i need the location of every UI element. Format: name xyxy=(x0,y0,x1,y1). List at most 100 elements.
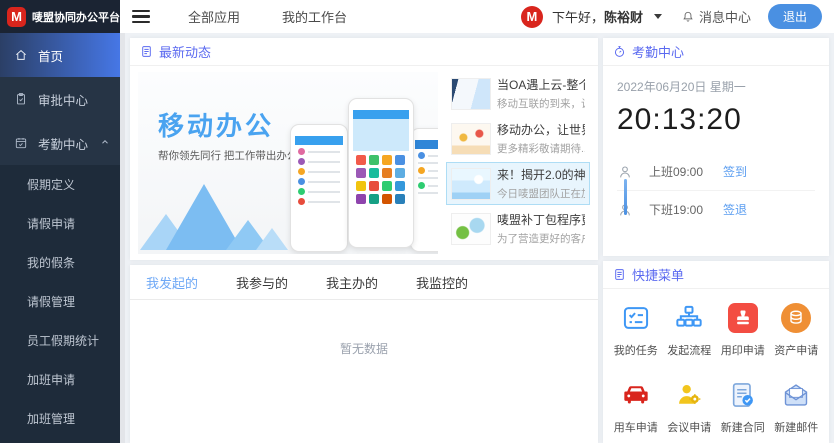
news-thumbnail xyxy=(451,78,491,110)
clock-in-label: 上班09:00 xyxy=(649,163,723,180)
stopwatch-icon xyxy=(613,45,626,58)
attendance-card: 考勤中心 2022年06月20日 星期一 20:13:20 上班09:00 签到 xyxy=(603,38,829,256)
clock-in-link[interactable]: 签到 xyxy=(723,163,747,180)
logout-button[interactable]: 退出 xyxy=(768,4,822,29)
news-subtitle: 移动互联的到来，让OA与云 xyxy=(497,96,585,111)
bell-icon xyxy=(681,10,695,24)
sidebar-item-overtime-management[interactable]: 加班管理 xyxy=(0,399,120,438)
latest-news-header: 最新动态 xyxy=(130,38,598,66)
quick-menu-grid: 我的任务 发起流程 用印申请 xyxy=(603,289,829,435)
sidebar-item-label: 首页 xyxy=(38,46,63,65)
avatar[interactable]: M xyxy=(521,6,543,28)
quick-item-seal-request[interactable]: 用印申请 xyxy=(716,303,770,358)
user-name: 陈裕财 xyxy=(604,10,643,25)
banner-subtitle: 帮你领先同行 把工作带出办公室 xyxy=(158,148,308,163)
clock-out-link[interactable]: 签退 xyxy=(723,201,747,218)
sidebar-item-label: 审批中心 xyxy=(38,90,88,109)
sidebar-item-employee-holiday-stats[interactable]: 员工假期统计 xyxy=(0,321,120,360)
clock-out-row: 下班19:00 签退 xyxy=(617,191,815,228)
app-title: 唛盟协同办公平台 xyxy=(32,9,120,25)
mobile-office-banner[interactable]: 移动办公 帮你领先同行 把工作带出办公室 xyxy=(138,72,438,254)
hamburger-menu-icon[interactable] xyxy=(132,10,150,24)
tab-hosted-by-me[interactable]: 我主办的 xyxy=(326,265,378,299)
caret-down-icon[interactable] xyxy=(654,14,662,19)
car-icon xyxy=(622,381,650,409)
sidebar-item-approval-center[interactable]: 审批中心 xyxy=(0,77,120,121)
sidebar-item-leave-management[interactable]: 请假管理 xyxy=(0,282,120,321)
sidebar-item-leave-request[interactable]: 请假申请 xyxy=(0,204,120,243)
person-icon xyxy=(617,164,633,180)
quick-item-new-mail[interactable]: 新建邮件 xyxy=(770,380,824,435)
tab-monitored-by-me[interactable]: 我监控的 xyxy=(416,265,468,299)
tab-participated-by-me[interactable]: 我参与的 xyxy=(236,265,288,299)
news-item[interactable]: 移动办公，让世界触手可 更多精彩敬请期待........ xyxy=(446,117,590,160)
phone-mockup xyxy=(290,124,348,252)
sidebar-item-home[interactable]: 首页 xyxy=(0,33,120,77)
document-icon xyxy=(140,45,153,58)
sidebar-item-my-leave-notes[interactable]: 我的假条 xyxy=(0,243,120,282)
empty-state-text: 暂无数据 xyxy=(130,300,598,357)
news-item[interactable]: 当OA遇上云-整个协同OA 移动互联的到来，让OA与云 xyxy=(446,72,590,115)
quick-item-vehicle-request[interactable]: 用车申请 xyxy=(609,380,663,435)
news-subtitle: 为了营造更好的客户体验，唛 xyxy=(497,231,585,246)
attendance-title: 考勤中心 xyxy=(632,42,684,61)
quick-menu-card: 快捷菜单 我的任务 发起流程 xyxy=(603,261,829,443)
mail-icon xyxy=(782,381,810,409)
contract-icon xyxy=(729,381,757,409)
news-item[interactable]: 唛盟补丁包程序更新 为了营造更好的客户体验，唛 xyxy=(446,207,590,250)
latest-news-title: 最新动态 xyxy=(159,42,211,61)
document-icon xyxy=(613,268,626,281)
news-item-highlighted[interactable]: 来！揭开2.0的神秘面纱- 今日唛盟团队正在加班加点， xyxy=(446,162,590,205)
quick-item-new-contract[interactable]: 新建合同 xyxy=(716,380,770,435)
flow-icon xyxy=(675,304,703,332)
brand-logo: M xyxy=(7,7,26,27)
latest-news-card: 最新动态 移动办公 帮你领先同行 把工作带出办公室 xyxy=(130,38,598,260)
quick-item-start-process[interactable]: 发起流程 xyxy=(663,303,717,358)
asset-icon xyxy=(786,308,806,328)
quick-item-asset-request[interactable]: 资产申请 xyxy=(770,303,824,358)
news-title: 唛盟补丁包程序更新 xyxy=(497,211,585,228)
logo-area: M 唛盟协同办公平台 xyxy=(0,0,120,33)
news-title: 来！揭开2.0的神秘面纱- xyxy=(497,166,585,183)
message-center-label: 消息中心 xyxy=(699,7,751,26)
sidebar-item-label: 考勤中心 xyxy=(38,134,88,153)
clock-in-row: 上班09:00 签到 xyxy=(617,153,815,191)
news-list: 当OA遇上云-整个协同OA 移动互联的到来，让OA与云 移动办公，让世界触手可 … xyxy=(446,72,590,254)
chevron-up-icon[interactable] xyxy=(100,136,110,150)
news-title: 移动办公，让世界触手可 xyxy=(497,121,585,138)
greeting-text: 下午好，陈裕财 xyxy=(552,7,643,26)
main-content: 最新动态 移动办公 帮你领先同行 把工作带出办公室 xyxy=(120,33,834,443)
sidebar-item-overtime-request[interactable]: 加班申请 xyxy=(0,360,120,399)
quick-item-meeting-request[interactable]: 会议申请 xyxy=(663,380,717,435)
vertical-scrollbar[interactable] xyxy=(120,33,125,443)
timeline-connector xyxy=(624,179,627,215)
news-subtitle: 更多精彩敬请期待........ xyxy=(497,141,585,156)
sidebar: 首页 审批中心 考勤中心 假期定义 请假申请 我的假条 请假管理 员工假期统计 xyxy=(0,33,120,443)
top-bar: M 唛盟协同办公平台 全部应用 我的工作台 M 下午好，陈裕财 消息中心 退出 xyxy=(0,0,834,33)
banner-title: 移动办公 xyxy=(158,106,274,143)
meeting-icon xyxy=(675,381,703,409)
tab-row: 我发起的 我参与的 我主办的 我监控的 xyxy=(130,265,598,300)
phone-mockup xyxy=(410,128,438,252)
tab-initiated-by-me[interactable]: 我发起的 xyxy=(146,265,198,299)
stamp-icon xyxy=(733,308,753,328)
attendance-date: 2022年06月20日 星期一 xyxy=(617,78,815,95)
attendance-header: 考勤中心 xyxy=(603,38,829,66)
sidebar-item-holiday-definition[interactable]: 假期定义 xyxy=(0,165,120,204)
home-icon xyxy=(14,48,28,62)
message-center-link[interactable]: 消息中心 xyxy=(681,7,751,26)
quick-menu-header: 快捷菜单 xyxy=(603,261,829,289)
nav-all-apps[interactable]: 全部应用 xyxy=(188,7,240,26)
news-thumbnail xyxy=(451,123,491,155)
workflow-tabs-card: 我发起的 我参与的 我主办的 我监控的 暂无数据 xyxy=(130,265,598,443)
news-title: 当OA遇上云-整个协同OA xyxy=(497,76,585,93)
sidebar-item-attendance-center[interactable]: 考勤中心 xyxy=(0,121,120,165)
news-thumbnail xyxy=(451,213,491,245)
news-subtitle: 今日唛盟团队正在加班加点， xyxy=(497,186,585,201)
news-thumbnail xyxy=(451,168,491,200)
quick-item-my-tasks[interactable]: 我的任务 xyxy=(609,303,663,358)
nav-my-workbench[interactable]: 我的工作台 xyxy=(282,7,347,26)
phone-mockup xyxy=(348,98,414,248)
sidebar-submenu: 假期定义 请假申请 我的假条 请假管理 员工假期统计 加班申请 加班管理 xyxy=(0,165,120,443)
attendance-timeline: 上班09:00 签到 下班19:00 签退 xyxy=(617,153,815,228)
